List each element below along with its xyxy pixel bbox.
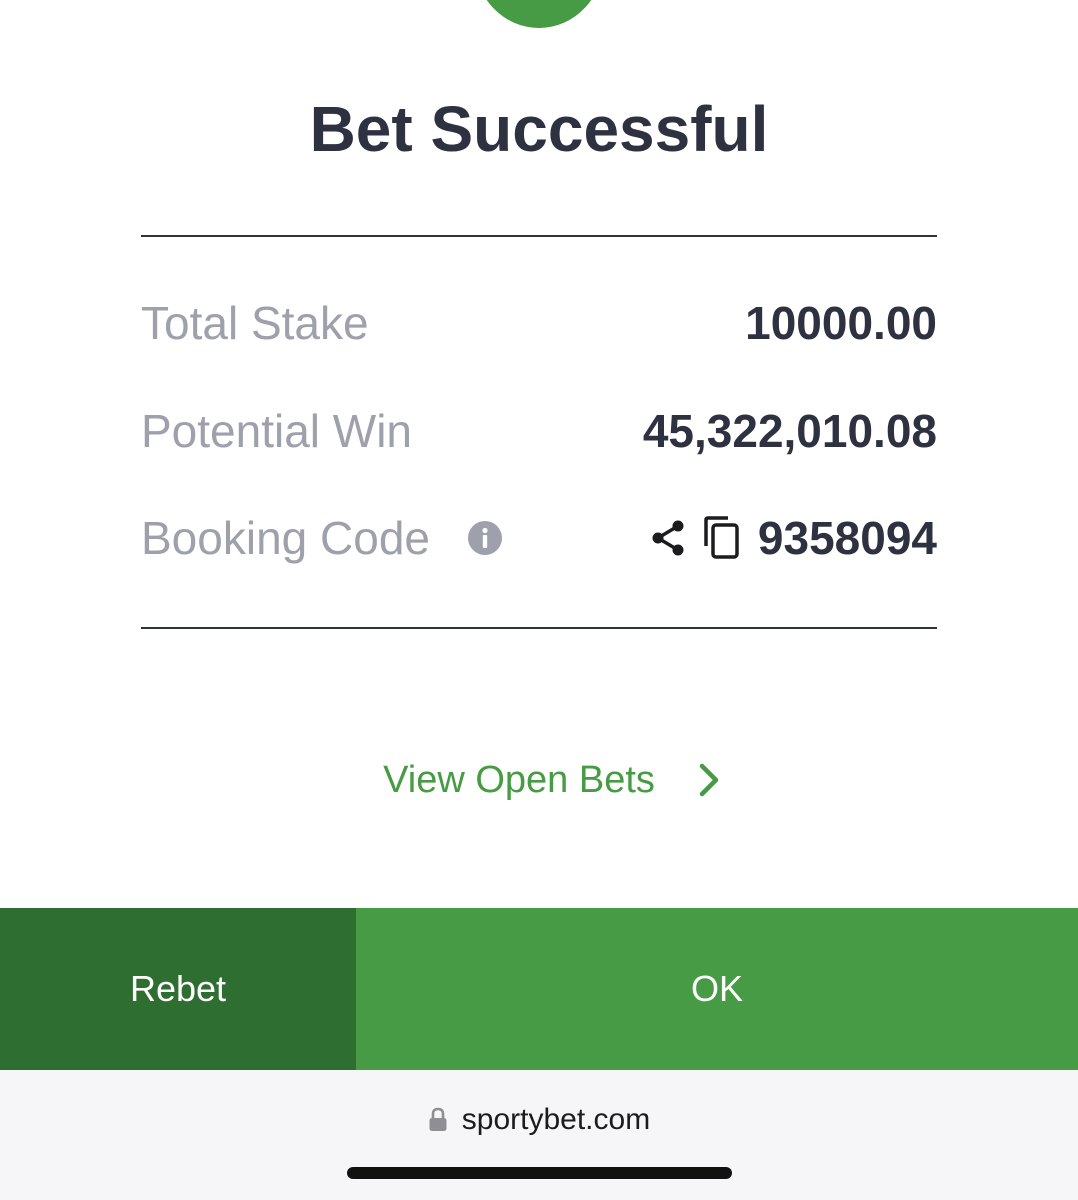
share-icon[interactable]: [648, 518, 688, 558]
copy-icon[interactable]: [702, 516, 740, 560]
lock-icon: [429, 1107, 447, 1131]
home-indicator[interactable]: [347, 1167, 732, 1179]
potential-win-row: Potential Win 45,322,010.08: [141, 401, 937, 461]
view-open-bets-link[interactable]: View Open Bets: [0, 752, 1078, 808]
total-stake-label: Total Stake: [141, 297, 369, 349]
total-stake-value: 10000.00: [745, 297, 937, 349]
url-display[interactable]: sportybet.com: [0, 1100, 1078, 1140]
browser-url-bar: sportybet.com: [0, 1070, 1078, 1200]
booking-code-value[interactable]: 9358094: [758, 508, 937, 568]
success-icon: [474, 0, 604, 28]
ok-button[interactable]: OK: [356, 908, 1078, 1070]
rebet-button[interactable]: Rebet: [0, 908, 356, 1070]
divider-top: [141, 235, 937, 237]
potential-win-label: Potential Win: [141, 405, 413, 457]
booking-code-label: Booking Code: [141, 512, 430, 564]
booking-code-actions: 9358094: [648, 508, 937, 568]
chevron-right-icon: [699, 763, 719, 797]
booking-code-row: Booking Code 9358094: [141, 508, 937, 568]
page-title: Bet Successful: [309, 93, 769, 165]
view-open-bets-label: View Open Bets: [383, 759, 655, 801]
url-text: sportybet.com: [461, 1103, 651, 1136]
divider-bottom: [141, 627, 937, 629]
potential-win-value: 45,322,010.08: [642, 405, 937, 457]
bet-success-page: Bet Successful Total Stake 10000.00 Pote…: [0, 0, 1078, 1200]
total-stake-row: Total Stake 10000.00: [141, 293, 937, 353]
info-icon[interactable]: [468, 521, 502, 555]
